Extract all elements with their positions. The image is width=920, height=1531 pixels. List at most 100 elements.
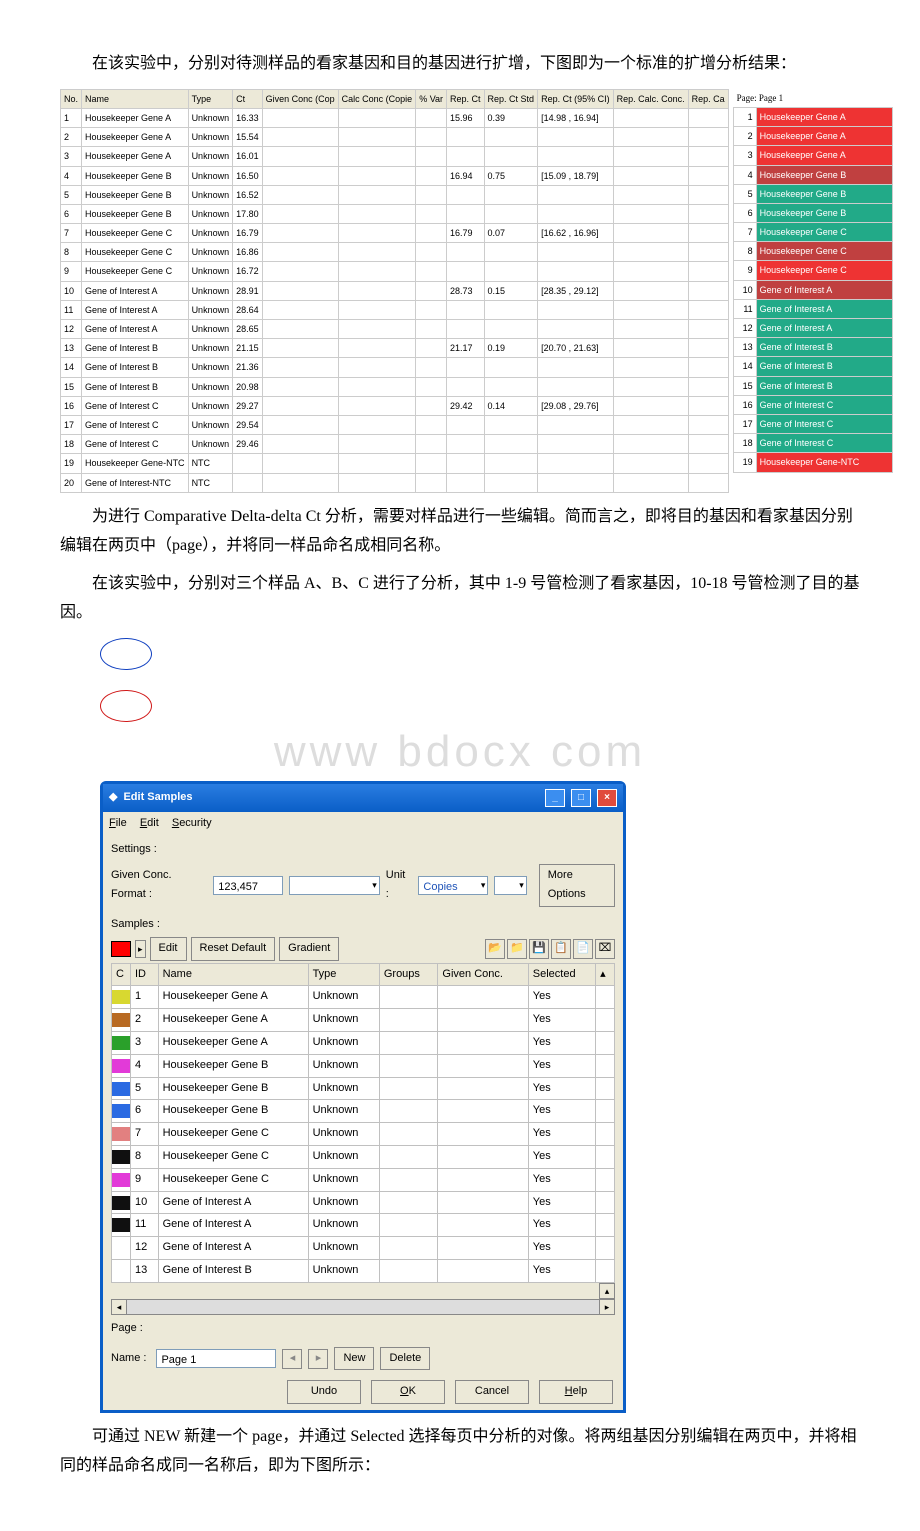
unit-dropdown[interactable]: Copies [418, 876, 488, 895]
page-list-row: 15Gene of Interest B [733, 376, 892, 395]
grid-row[interactable]: 1Housekeeper Gene AUnknownYes [112, 986, 615, 1009]
page-list-row: 18Gene of Interest C [733, 434, 892, 453]
page-list: 1Housekeeper Gene A2Housekeeper Gene A3H… [733, 107, 893, 473]
page-list-row: 3Housekeeper Gene A [733, 146, 892, 165]
grid-col-header[interactable]: Groups [379, 963, 438, 986]
row-color-swatch [112, 1127, 130, 1141]
grid-scroll-up-header[interactable]: ▴ [596, 963, 615, 986]
row-color-swatch [112, 1241, 130, 1255]
results-row: 6Housekeeper Gene BUnknown17.80 [61, 204, 729, 223]
results-row: 12Gene of Interest AUnknown28.65 [61, 320, 729, 339]
page-name-input[interactable]: Page 1 [156, 1349, 276, 1368]
excel-icon[interactable]: ⌧ [595, 939, 615, 959]
page-prev-button[interactable]: ◂ [282, 1349, 302, 1369]
undo-button[interactable]: Undo [287, 1380, 361, 1404]
grid-col-header[interactable]: Given Conc. [438, 963, 528, 986]
grid-scroll-up[interactable]: ▴ [599, 1283, 615, 1299]
scroll-left-icon[interactable]: ◂ [111, 1299, 127, 1315]
paragraph-4: 可通过 NEW 新建一个 page，并通过 Selected 选择每页中分析的对… [60, 1423, 860, 1481]
grid-row[interactable]: 7Housekeeper Gene CUnknownYes [112, 1123, 615, 1146]
maximize-button[interactable]: □ [571, 789, 591, 807]
page-next-button[interactable]: ▸ [308, 1349, 328, 1369]
results-col-header: Ct [233, 89, 263, 108]
scroll-right-icon[interactable]: ▸ [599, 1299, 615, 1315]
help-button[interactable]: Help [539, 1380, 613, 1404]
menubar: FFileile Edit Security [103, 812, 623, 836]
grid-row[interactable]: 2Housekeeper Gene AUnknownYes [112, 1009, 615, 1032]
results-row: 16Gene of Interest CUnknown29.2729.420.1… [61, 396, 729, 415]
page-list-row: 13Gene of Interest B [733, 338, 892, 357]
results-row: 5Housekeeper Gene BUnknown16.52 [61, 185, 729, 204]
grid-row[interactable]: 12Gene of Interest AUnknownYes [112, 1237, 615, 1260]
grid-col-header[interactable]: Selected [528, 963, 595, 986]
paragraph-3: 在该实验中，分别对三个样品 A、B、C 进行了分析，其中 1-9 号管检测了看家… [60, 570, 860, 628]
open-icon[interactable]: 📂 [485, 939, 505, 959]
grid-col-header[interactable]: Name [158, 963, 308, 986]
results-col-header: Type [188, 89, 233, 108]
watermark: www bdocx com [60, 712, 860, 791]
page-section-label: Page : [103, 1315, 623, 1343]
minimize-button[interactable]: _ [545, 789, 565, 807]
results-table: No.NameTypeCtGiven Conc (CopCalc Conc (C… [60, 89, 729, 493]
page-list-row: 7Housekeeper Gene C [733, 223, 892, 242]
ok-button[interactable]: OK [371, 1380, 445, 1404]
results-row: 10Gene of Interest AUnknown28.9128.730.1… [61, 281, 729, 300]
color-swatch[interactable] [111, 941, 131, 957]
page-name-label: Name : [111, 1349, 146, 1369]
save-icon[interactable]: 💾 [529, 939, 549, 959]
page-list-row: 5Housekeeper Gene B [733, 184, 892, 203]
page-new-button[interactable]: New [334, 1347, 374, 1371]
grid-col-header[interactable]: ID [131, 963, 159, 986]
results-col-header: Given Conc (Cop [262, 89, 338, 108]
menu-security[interactable]: Security [172, 817, 212, 829]
row-color-swatch [112, 1218, 130, 1232]
app-icon: ◆ [109, 788, 117, 808]
page-list-row: 4Housekeeper Gene B [733, 165, 892, 184]
row-color-swatch [112, 1059, 130, 1073]
grid-row[interactable]: 9Housekeeper Gene CUnknownYes [112, 1168, 615, 1191]
results-row: 3Housekeeper Gene AUnknown16.01 [61, 147, 729, 166]
edit-button[interactable]: Edit [150, 937, 187, 961]
window-title: Edit Samples [123, 788, 192, 808]
results-col-header: Calc Conc (Copie [338, 89, 416, 108]
unit-dropdown2[interactable] [494, 876, 526, 895]
page-panel-header: Page: Page 1 [733, 89, 893, 107]
color-swatch-arrow[interactable]: ▸ [135, 940, 146, 958]
results-row: 11Gene of Interest AUnknown28.64 [61, 300, 729, 319]
grid-row[interactable]: 5Housekeeper Gene BUnknownYes [112, 1077, 615, 1100]
cancel-button[interactable]: Cancel [455, 1380, 529, 1404]
grid-col-header[interactable]: C [112, 963, 131, 986]
row-color-swatch [112, 1104, 130, 1118]
given-conc-format-input[interactable]: 123,457 [213, 876, 283, 895]
close-button[interactable]: × [597, 789, 617, 807]
gradient-button[interactable]: Gradient [279, 937, 339, 961]
copy-icon[interactable]: 📋 [551, 939, 571, 959]
row-color-swatch [112, 1150, 130, 1164]
grid-row[interactable]: 13Gene of Interest BUnknownYes [112, 1260, 615, 1283]
page-list-row: 11Gene of Interest A [733, 299, 892, 318]
paste-icon[interactable]: 📄 [573, 939, 593, 959]
page-delete-button[interactable]: Delete [380, 1347, 430, 1371]
folder-icon[interactable]: 📁 [507, 939, 527, 959]
grid-h-scrollbar[interactable]: ◂ ▸ [111, 1299, 615, 1315]
menu-file[interactable]: FFileile [109, 817, 127, 829]
reset-default-button[interactable]: Reset Default [191, 937, 276, 961]
grid-row[interactable]: 3Housekeeper Gene AUnknownYes [112, 1032, 615, 1055]
given-conc-format-dropdown[interactable] [289, 876, 380, 895]
grid-row[interactable]: 4Housekeeper Gene BUnknownYes [112, 1054, 615, 1077]
page-list-row: 12Gene of Interest A [733, 319, 892, 338]
more-options-button[interactable]: More Options [539, 864, 615, 908]
grid-row[interactable]: 11Gene of Interest AUnknownYes [112, 1214, 615, 1237]
given-conc-format-label: Given Conc. Format : [111, 866, 203, 906]
grid-row[interactable]: 6Housekeeper Gene BUnknownYes [112, 1100, 615, 1123]
results-col-header: Rep. Ct (95% CI) [538, 89, 614, 108]
menu-edit[interactable]: Edit [140, 817, 159, 829]
paragraph-1: 在该实验中，分别对待测样品的看家基因和目的基因进行扩增，下图即为一个标准的扩增分… [60, 50, 860, 79]
samples-grid[interactable]: CIDNameTypeGroupsGiven Conc.Selected▴ 1H… [111, 963, 615, 1283]
results-row: 18Gene of Interest CUnknown29.46 [61, 435, 729, 454]
grid-row[interactable]: 10Gene of Interest AUnknownYes [112, 1191, 615, 1214]
grid-row[interactable]: 8Housekeeper Gene CUnknownYes [112, 1146, 615, 1169]
row-color-swatch [112, 1036, 130, 1050]
page-list-row: 9Housekeeper Gene C [733, 261, 892, 280]
grid-col-header[interactable]: Type [308, 963, 379, 986]
